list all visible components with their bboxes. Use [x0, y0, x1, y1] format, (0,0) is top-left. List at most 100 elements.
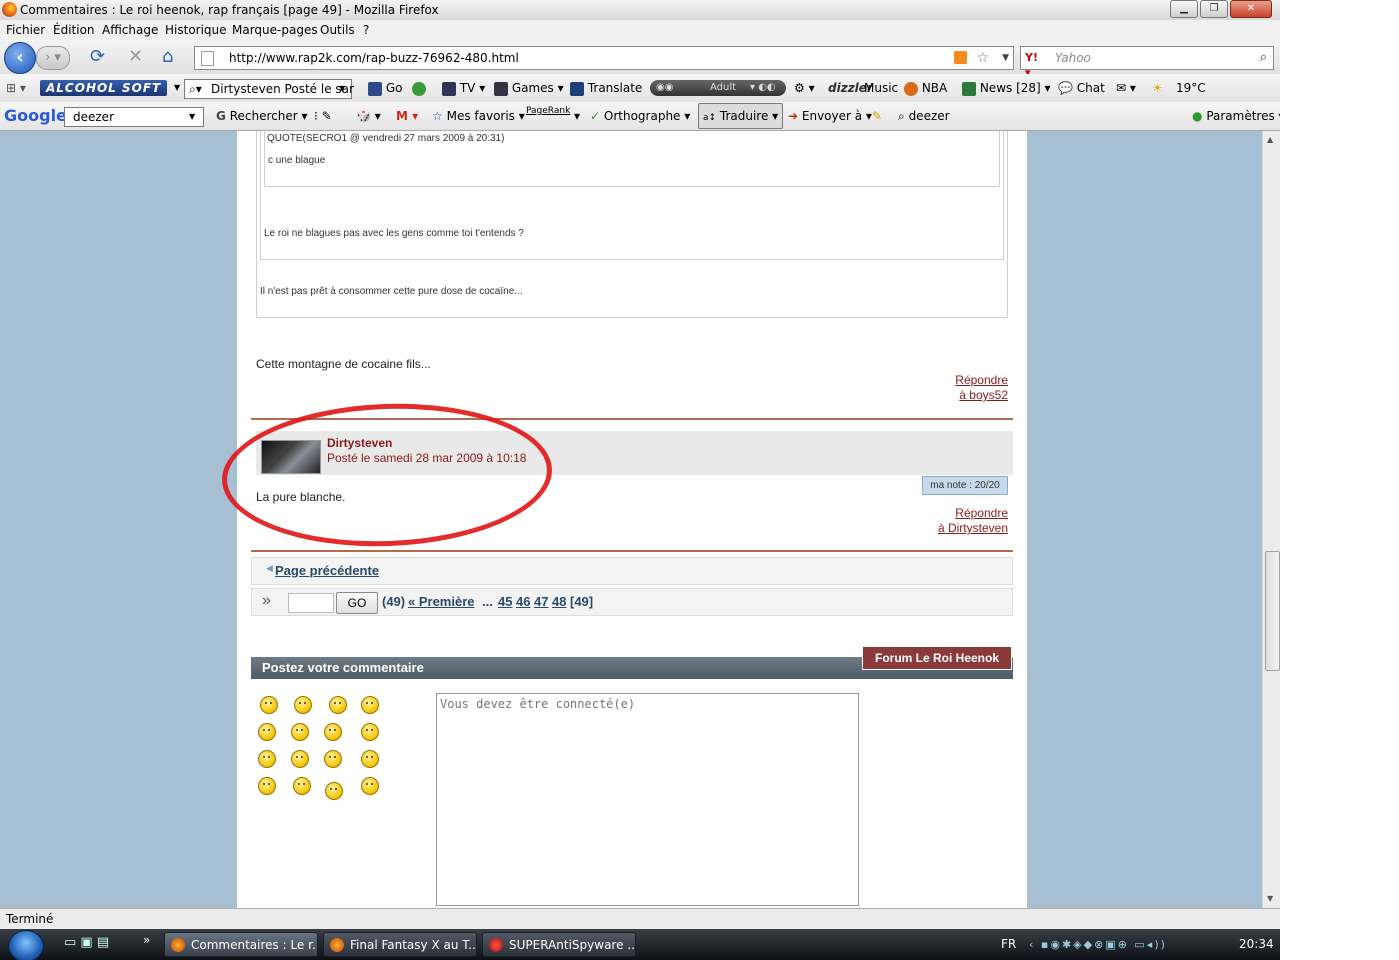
bookmark-star-icon[interactable]: ☆	[976, 47, 989, 69]
search-icon[interactable]: ⌕	[1260, 47, 1267, 69]
smiley-icon[interactable]	[291, 750, 309, 768]
previous-page-link[interactable]: Page précédente	[275, 563, 379, 578]
smiley-icon[interactable]	[291, 723, 309, 741]
go-button[interactable]: Go	[368, 74, 402, 102]
vertical-scrollbar[interactable]: ▲ ▼	[1262, 131, 1280, 908]
google-logo[interactable]: Google	[4, 102, 67, 130]
news-button[interactable]: News [28] ▾	[962, 74, 1051, 102]
smiley-icon[interactable]	[325, 782, 343, 800]
alcohol-soft-logo[interactable]: ALCOHOL SOFT	[40, 80, 168, 96]
stop-icon[interactable]: ✕	[128, 47, 143, 67]
gmail-icon[interactable]: M ▾	[396, 102, 418, 130]
globe-icon-shape	[412, 81, 426, 96]
language-indicator[interactable]: FR	[1001, 929, 1016, 960]
smiley-icon[interactable]	[329, 696, 347, 714]
reply-boys52-link[interactable]: Répondre à boys52	[955, 373, 1008, 403]
tray-icons[interactable]: ‹ ▪◉✱◈◆⊗▣⊕ ▭◂))	[1029, 929, 1167, 960]
yahoo-engine-icon[interactable]: Y!▾	[1025, 50, 1039, 79]
scroll-up-icon[interactable]: ▲	[1267, 135, 1273, 144]
url-bar[interactable]: http://www.rap2k.com/rap-buzz-76962-480.…	[194, 46, 1014, 70]
taskbar-item-superantispyware[interactable]: SUPERAntiSpyware ...	[482, 932, 636, 957]
taskbar-item-commentaires[interactable]: Commentaires : Le r...	[164, 932, 318, 957]
back-button[interactable]: ‹	[4, 42, 36, 74]
orthographe-button[interactable]: ✓ Orthographe ▾	[590, 102, 690, 130]
translate-button[interactable]: Translate	[570, 74, 642, 102]
traduire-button[interactable]: a↕ Traduire ▾	[698, 103, 784, 129]
weather-temp[interactable]: 19°C	[1176, 74, 1206, 102]
toolbar-grip-icon[interactable]: ⁝ ✎	[314, 102, 332, 130]
smiley-icon[interactable]	[258, 750, 276, 768]
parametres-button[interactable]: ● Paramètres ▾	[1192, 102, 1280, 130]
smiley-icon[interactable]	[258, 723, 276, 741]
forum-button[interactable]: Forum Le Roi Heenok	[862, 646, 1012, 670]
minimize-button[interactable]: ▁	[1170, 0, 1198, 18]
menu-fichier[interactable]: Fichier	[6, 20, 45, 40]
scroll-thumb[interactable]	[1265, 551, 1280, 671]
email-icon[interactable]: ✉ ▾	[1116, 74, 1136, 102]
taskbar-item-final-fantasy[interactable]: Final Fantasy X au T...	[323, 932, 477, 957]
menu-historique[interactable]: Historique	[165, 20, 227, 40]
pagerank-indicator[interactable]: PageRank	[526, 102, 570, 120]
smiley-icon[interactable]	[260, 696, 278, 714]
page-link-47[interactable]: 47	[534, 594, 548, 609]
first-page-link[interactable]: « Première	[408, 594, 475, 609]
toolbar-search-dropdown-icon[interactable]: ▼	[339, 80, 345, 98]
go-page-button[interactable]: GO	[336, 592, 378, 614]
music-button[interactable]: Music	[864, 74, 898, 102]
deezer-button[interactable]: ⌕ deezer	[898, 102, 950, 130]
chat-button[interactable]: 💬 Chat	[1058, 74, 1105, 102]
highlight-icon[interactable]: ✎	[872, 102, 882, 130]
menu-help[interactable]: ?	[363, 20, 369, 40]
reload-icon[interactable]: ⟳	[90, 47, 105, 67]
envoyer-button[interactable]: ➜ Envoyer à ▾	[788, 102, 872, 130]
smiley-icon[interactable]	[361, 723, 379, 741]
page-link-48[interactable]: 48	[552, 594, 566, 609]
close-button[interactable]: ✕	[1230, 0, 1272, 18]
rss-icon[interactable]	[954, 51, 967, 64]
globe-icon[interactable]	[412, 74, 426, 102]
nba-button[interactable]: NBA	[904, 74, 947, 102]
smiley-icon[interactable]	[258, 777, 276, 795]
alcohol-dropdown-icon[interactable]: ▼	[174, 74, 180, 102]
plugin-icon[interactable]: 🎲 ▾	[356, 102, 381, 130]
toolbar-search-box[interactable]: ⌕▾ Dirtysteven Posté le sar ▼	[184, 79, 354, 99]
start-button[interactable]	[8, 930, 44, 960]
media-player[interactable]: ◉◉ Adult ▾ ◐◐	[650, 80, 786, 96]
tv-button[interactable]: TV ▾	[442, 74, 485, 102]
pagerank-dropdown-icon[interactable]: ▾	[574, 102, 580, 130]
reply-dirtysteven-link[interactable]: Répondre à Dirtysteven	[938, 506, 1008, 536]
page-number-input[interactable]	[288, 593, 334, 613]
google-dropdown-icon[interactable]: ▼	[189, 108, 195, 126]
smiley-icon[interactable]	[293, 777, 311, 795]
quick-launch-chevron-icon[interactable]: »	[143, 933, 150, 947]
smiley-icon[interactable]	[324, 750, 342, 768]
smiley-icon[interactable]	[324, 723, 342, 741]
quick-launch-icons[interactable]: ▭ ▣ ▤	[64, 935, 109, 950]
menu-affichage[interactable]: Affichage	[102, 20, 158, 40]
games-button[interactable]: Games ▾	[494, 74, 564, 102]
page-link-45[interactable]: 45	[498, 594, 512, 609]
menu-outils[interactable]: Outils	[320, 20, 355, 40]
weather-icon[interactable]: ☀	[1152, 74, 1163, 102]
page-link-46[interactable]: 46	[516, 594, 530, 609]
google-search-box[interactable]: deezer ▼	[64, 107, 204, 127]
rechercher-button[interactable]: G Rechercher ▾	[216, 102, 308, 130]
favoris-button[interactable]: ☆ Mes favoris ▾	[432, 102, 525, 130]
smiley-icon[interactable]	[294, 696, 312, 714]
forward-button[interactable]: › ▾	[36, 46, 70, 70]
home-icon[interactable]: ⌂	[162, 47, 173, 67]
media-play-icon[interactable]: ◉◉	[656, 80, 673, 96]
scroll-down-icon[interactable]: ▼	[1267, 894, 1273, 903]
url-dropdown-icon[interactable]: ▼	[1002, 47, 1009, 69]
smiley-icon[interactable]	[361, 696, 379, 714]
comment-textarea[interactable]: Vous devez être connecté(e)	[436, 693, 859, 906]
smiley-icon[interactable]	[361, 750, 379, 768]
maximize-button[interactable]: ❐	[1200, 0, 1228, 18]
settings-icon[interactable]: ⚙ ▾	[794, 74, 815, 102]
toolbar-menu-icon[interactable]: ⊞ ▾	[6, 74, 26, 102]
media-volume-icon[interactable]: ▾ ◐◐	[750, 80, 776, 96]
menu-edition[interactable]: Édition	[53, 20, 95, 40]
menu-marque-pages[interactable]: Marque-pages	[232, 20, 318, 40]
smiley-icon[interactable]	[361, 777, 379, 795]
search-bar[interactable]: Y!▾ Yahoo ⌕	[1020, 46, 1274, 79]
